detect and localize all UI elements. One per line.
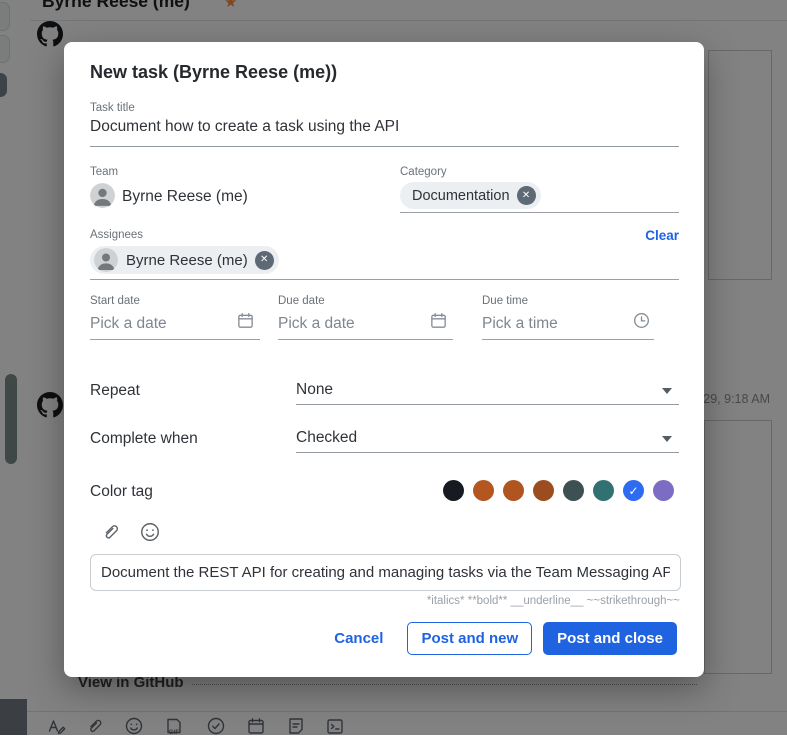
assignees-underline — [90, 279, 679, 280]
assignees-label: Assignees — [90, 229, 143, 241]
due-date-field[interactable]: Pick a date — [278, 315, 355, 333]
category-label: Category — [400, 166, 447, 178]
new-task-dialog: New task (Byrne Reese (me)) Task title T… — [64, 42, 704, 677]
color-swatch-6[interactable] — [593, 480, 614, 501]
team-name[interactable]: Byrne Reese (me) — [122, 188, 248, 206]
remove-assignee-icon[interactable]: ✕ — [255, 251, 274, 270]
complete-when-select-value[interactable]: Checked — [296, 429, 357, 447]
color-tag-swatches: ✓ — [443, 480, 674, 501]
category-underline — [400, 212, 679, 213]
color-swatch-5[interactable] — [563, 480, 584, 501]
color-swatch-7[interactable]: ✓ — [623, 480, 644, 501]
chevron-down-icon[interactable] — [662, 388, 672, 394]
task-title-underline — [90, 146, 679, 147]
due-time-underline — [482, 339, 654, 340]
repeat-select-value[interactable]: None — [296, 381, 333, 399]
remove-category-icon[interactable]: ✕ — [517, 186, 536, 205]
dialog-title: New task (Byrne Reese (me)) — [90, 62, 337, 83]
due-time-field[interactable]: Pick a time — [482, 315, 558, 333]
due-time-label: Due time — [482, 295, 528, 307]
post-and-close-button[interactable]: Post and close — [543, 622, 677, 655]
post-and-new-button[interactable]: Post and new — [407, 622, 532, 655]
markdown-hint: *italics* **bold** __underline__ ~~strik… — [427, 595, 680, 607]
dialog-actions: Cancel Post and new Post and close — [334, 622, 677, 655]
color-swatch-2[interactable] — [473, 480, 494, 501]
due-date-underline — [278, 339, 453, 340]
task-title-label: Task title — [90, 102, 135, 114]
cancel-button[interactable]: Cancel — [334, 622, 383, 655]
selected-check-icon: ✓ — [628, 485, 638, 497]
due-date-label: Due date — [278, 295, 325, 307]
clear-assignees-link[interactable]: Clear — [645, 228, 679, 243]
team-avatar — [90, 183, 115, 208]
complete-when-label: Complete when — [90, 430, 198, 448]
color-swatch-1[interactable] — [443, 480, 464, 501]
color-swatch-4[interactable] — [533, 480, 554, 501]
start-date-field[interactable]: Pick a date — [90, 315, 167, 333]
clock-icon[interactable] — [632, 311, 651, 330]
start-date-label: Start date — [90, 295, 140, 307]
attach-file-icon[interactable] — [100, 521, 122, 543]
team-label: Team — [90, 166, 118, 178]
repeat-label: Repeat — [90, 382, 140, 400]
category-chip[interactable]: Documentation ✕ — [400, 182, 541, 209]
calendar-icon[interactable] — [236, 311, 255, 330]
description-input[interactable] — [90, 554, 681, 591]
category-chip-label: Documentation — [412, 188, 510, 204]
assignee-avatar — [94, 248, 118, 272]
start-date-underline — [90, 339, 260, 340]
repeat-underline — [296, 404, 679, 405]
complete-when-underline — [296, 452, 679, 453]
task-title-input[interactable] — [90, 118, 678, 136]
calendar-icon[interactable] — [429, 311, 448, 330]
color-swatch-3[interactable] — [503, 480, 524, 501]
color-swatch-8[interactable] — [653, 480, 674, 501]
assignee-chip-label: Byrne Reese (me) — [126, 252, 248, 269]
assignee-chip[interactable]: Byrne Reese (me) ✕ — [90, 246, 279, 274]
emoji-icon[interactable] — [139, 521, 161, 543]
chevron-down-icon[interactable] — [662, 436, 672, 442]
color-tag-label: Color tag — [90, 483, 153, 501]
